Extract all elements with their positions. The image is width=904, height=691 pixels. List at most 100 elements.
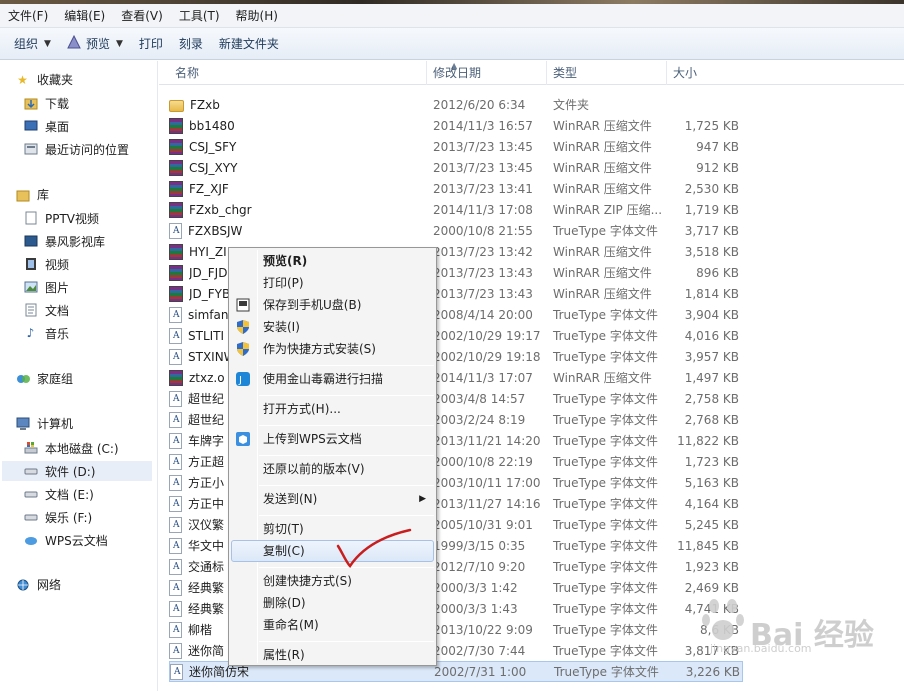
organize-button[interactable]: 组织 ▼	[6, 31, 59, 57]
nav-item-drive-c[interactable]: 本地磁盘 (C:)	[22, 438, 119, 458]
dropdown-arrow-icon: ▼	[44, 38, 51, 49]
context-menu-item[interactable]: 上传到WPS云文档	[231, 428, 434, 450]
nav-item-wps-cloud[interactable]: WPS云文档	[22, 530, 108, 550]
file-type: WinRAR 压缩文件	[553, 371, 652, 385]
file-size: 1,719 KB	[684, 202, 739, 217]
file-date: 2012/7/10 9:20	[433, 559, 526, 574]
file-size: 3,957 KB	[684, 349, 739, 364]
column-size[interactable]: 大小	[667, 61, 747, 85]
truetype-font-icon	[169, 495, 182, 512]
nav-library[interactable]: 库	[14, 186, 49, 203]
nav-computer[interactable]: 计算机	[14, 415, 73, 432]
nav-item-downloads[interactable]: 下载	[22, 93, 69, 113]
file-date: 2013/7/23 13:45	[433, 160, 533, 175]
file-type: TrueType 字体文件	[553, 581, 658, 595]
file-date: 1999/3/15 0:35	[433, 538, 526, 553]
menu-separator	[259, 425, 434, 426]
context-menu-label: 作为快捷方式安装(S)	[263, 342, 376, 356]
nav-item-pptv[interactable]: PPTV视频	[22, 208, 99, 228]
nav-item-documents[interactable]: 文档	[22, 300, 69, 320]
burn-label: 刻录	[178, 37, 203, 51]
file-row[interactable]: CSJ_XYY 2013/7/23 13:45 WinRAR 压缩文件 912 KB	[169, 157, 743, 178]
truetype-font-icon	[169, 453, 182, 470]
nav-item-videos[interactable]: 视频	[22, 254, 69, 274]
nav-homegroup[interactable]: 家庭组	[14, 370, 73, 387]
menu-separator	[259, 455, 434, 456]
file-size: 11,845 KB	[677, 538, 739, 553]
column-name[interactable]: 名称	[169, 61, 427, 85]
nav-item-baofeng[interactable]: 暴风影视库	[22, 231, 105, 251]
file-size: 1,725 KB	[684, 118, 739, 133]
file-type: WinRAR 压缩文件	[553, 245, 652, 259]
nav-item-drive-d[interactable]: 软件 (D:)	[2, 461, 152, 481]
file-type: TrueType 字体文件	[553, 560, 658, 574]
file-date: 2002/10/29 19:17	[433, 328, 541, 343]
context-menu-label: 预览(R)	[263, 254, 308, 268]
nav-network[interactable]: 网络	[14, 576, 61, 593]
file-date: 2000/10/8 21:55	[433, 223, 533, 238]
nav-item-drive-e[interactable]: 文档 (E:)	[22, 484, 94, 504]
menu-file[interactable]: 文件(F)	[0, 5, 56, 27]
truetype-font-icon	[169, 222, 182, 239]
column-date[interactable]: 修改日期	[427, 61, 547, 85]
file-row[interactable]: bb1480 2014/11/3 16:57 WinRAR 压缩文件 1,725 KB	[169, 115, 743, 136]
column-type[interactable]: 类型	[547, 61, 667, 85]
file-size: 2,768 KB	[684, 412, 739, 427]
file-size: 5,245 KB	[684, 517, 739, 532]
video-library-icon	[22, 234, 39, 248]
new-folder-button[interactable]: 新建文件夹	[211, 31, 287, 57]
file-date: 2012/6/20 6:34	[433, 97, 526, 112]
nav-item-music[interactable]: ♪ 音乐	[22, 323, 69, 343]
nav-item-recent[interactable]: 最近访问的位置	[22, 139, 129, 159]
duba-icon: J	[235, 371, 251, 387]
file-date: 2003/4/8 14:57	[433, 391, 526, 406]
nav-item-pictures[interactable]: 图片	[22, 277, 69, 297]
nav-item-drive-f[interactable]: 娱乐 (F:)	[22, 507, 92, 527]
context-menu-item[interactable]: 保存到手机U盘(B)	[231, 294, 434, 316]
context-menu-item[interactable]: 发送到(N) ▶	[231, 488, 434, 510]
file-type: TrueType 字体文件	[553, 518, 658, 532]
context-menu-label: 复制(C)	[263, 544, 305, 558]
context-menu-item[interactable]: 打开方式(H)...	[231, 398, 434, 420]
context-menu-label: 上传到WPS云文档	[263, 432, 362, 446]
context-menu-item[interactable]: 打印(P)	[231, 272, 434, 294]
context-menu-item[interactable]: 还原以前的版本(V)	[231, 458, 434, 480]
context-menu-item[interactable]: 预览(R)	[231, 250, 434, 272]
winrar-archive-icon	[169, 180, 183, 197]
print-button[interactable]: 打印	[131, 31, 171, 57]
context-menu-item[interactable]: 重命名(M)	[231, 614, 434, 636]
menu-separator	[259, 515, 434, 516]
burn-button[interactable]: 刻录	[171, 31, 211, 57]
context-menu-label: 重命名(M)	[263, 618, 319, 632]
menu-edit[interactable]: 编辑(E)	[56, 5, 113, 27]
context-menu-item[interactable]: 删除(D)	[231, 592, 434, 614]
dropdown-arrow-icon: ▼	[115, 38, 123, 49]
file-row[interactable]: FZ_XJF 2013/7/23 13:41 WinRAR 压缩文件 2,530 KB	[169, 178, 743, 199]
truetype-font-icon	[169, 600, 182, 617]
file-row[interactable]: FZXBSJW 2000/10/8 21:55 TrueType 字体文件 3,717…	[169, 220, 743, 241]
file-size: 2,530 KB	[684, 181, 739, 196]
menu-bar: 文件(F) 编辑(E) 查看(V) 工具(T) 帮助(H)	[0, 4, 904, 28]
watermark-url: jingyan.baidu.com	[710, 642, 812, 655]
file-date: 2013/11/21 14:20	[433, 433, 541, 448]
file-date: 2003/2/24 8:19	[433, 412, 526, 427]
menu-tools[interactable]: 工具(T)	[171, 5, 228, 27]
preview-button[interactable]: 预览 ▼	[59, 31, 131, 57]
file-row[interactable]: FZxb_chgr 2014/11/3 17:08 WinRAR ZIP 压缩...…	[169, 199, 743, 220]
film-icon	[22, 257, 39, 271]
menu-help[interactable]: 帮助(H)	[228, 5, 286, 27]
menu-view[interactable]: 查看(V)	[113, 5, 171, 27]
context-menu-item[interactable]: 安装(I)	[231, 316, 434, 338]
context-menu-label: 使用金山毒霸进行扫描	[263, 372, 384, 386]
file-date: 2013/7/23 13:45	[433, 139, 533, 154]
context-menu-label: 打印(P)	[263, 276, 304, 290]
wps-cloud-icon	[235, 431, 251, 447]
file-row[interactable]: CSJ_SFY 2013/7/23 13:45 WinRAR 压缩文件 947 KB	[169, 136, 743, 157]
file-type: TrueType 字体文件	[553, 413, 658, 427]
context-menu-item[interactable]: 作为快捷方式安装(S)	[231, 338, 434, 360]
context-menu-item[interactable]: J 使用金山毒霸进行扫描	[231, 368, 434, 390]
file-row[interactable]: FZxb 2012/6/20 6:34 文件夹	[169, 94, 743, 115]
nav-favorites[interactable]: ★ 收藏夹	[14, 71, 73, 88]
context-menu-item[interactable]: 属性(R)	[231, 644, 434, 666]
nav-item-desktop[interactable]: 桌面	[22, 116, 69, 136]
